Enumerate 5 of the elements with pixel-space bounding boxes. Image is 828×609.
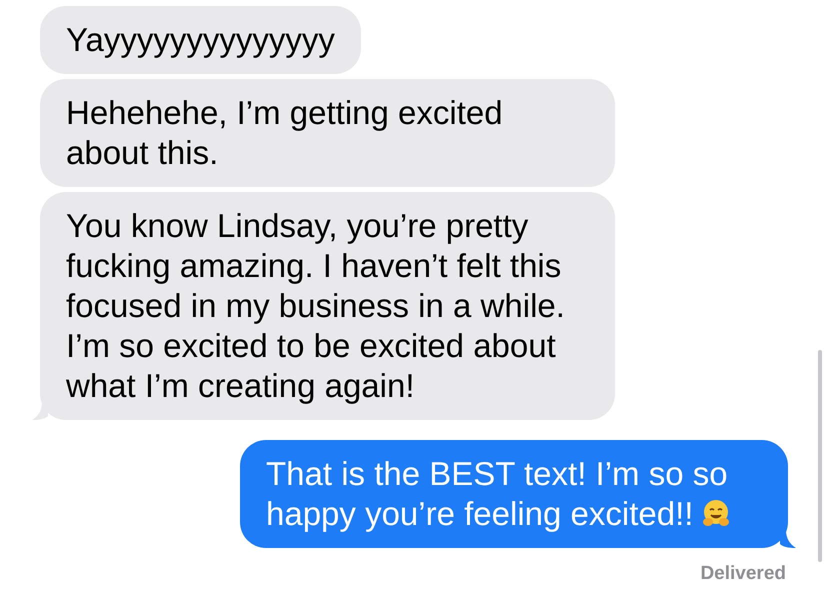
message-bubble: That is the BEST text! I’m so so happy you’re feeling excited!! (240, 440, 788, 548)
message-bubble: Hehehehe, I’m getting excited about this. (40, 79, 615, 187)
message-bubble: You know Lindsay, you’re pretty fucking amazing. I haven’t felt this focused in my business in a while. I’m so excited to be excited about what I’m creating again! (40, 192, 615, 420)
message-bubble: Yayyyyyyyyyyyyyy (40, 6, 361, 74)
delivery-status: Delivered (700, 562, 786, 586)
